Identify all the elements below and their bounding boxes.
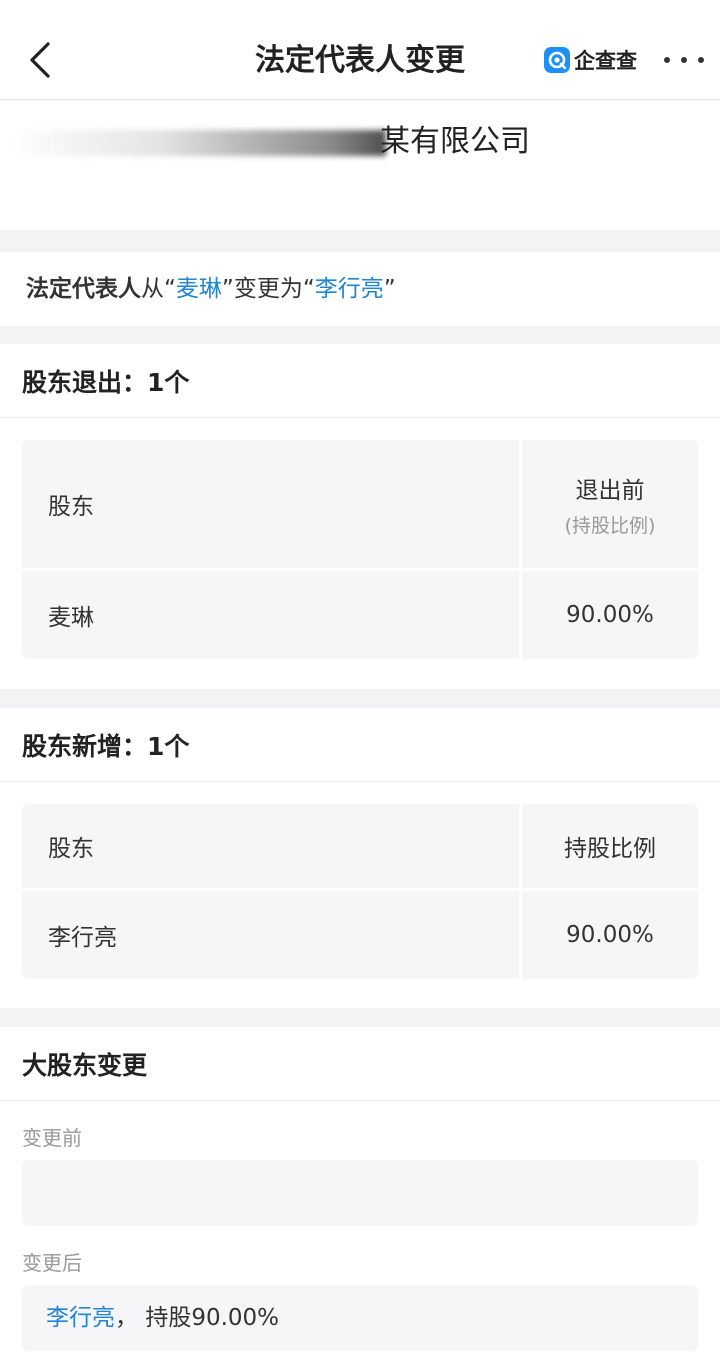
shareholder-link[interactable]: 麦琳: [22, 571, 522, 659]
more-options-icon[interactable]: [664, 46, 704, 74]
before-label: 变更前: [22, 1126, 82, 1150]
company-name-redacted: [10, 130, 386, 156]
old-legal-rep-link[interactable]: 麦琳: [176, 276, 222, 302]
after-value-box: 李行亮， 持股90.00%: [22, 1285, 698, 1351]
company-card: [0, 101, 720, 230]
table-row: 李行亮 90.00%: [22, 891, 698, 979]
company-name[interactable]: 某有限公司: [380, 122, 530, 162]
shareholder-link[interactable]: 李行亮: [22, 891, 522, 979]
new-legal-rep-link[interactable]: 李行亮: [315, 276, 384, 302]
after-value: 李行亮， 持股90.00%: [46, 1305, 280, 1331]
share-ratio: 90.00%: [566, 602, 654, 628]
qichacha-logo-icon: [544, 47, 570, 73]
brand-name: 企查查: [574, 49, 637, 73]
change-summary-text: 法定代表人从“麦琳”变更为“李行亮”: [26, 276, 396, 302]
summary-label: 法定代表人: [26, 276, 141, 302]
col-share-ratio: 持股比例: [564, 836, 656, 862]
brand-logo[interactable]: 企查查: [544, 46, 637, 74]
share-ratio: 90.00%: [566, 922, 654, 948]
nav-bar: 法定代表人变更 企查查: [0, 0, 720, 100]
shareholder-add-heading: 股东新增：1个: [0, 708, 720, 782]
shareholder-exit-table: 股东 退出前 (持股比例) 麦琳 90.00%: [22, 440, 698, 659]
shareholder-exit-heading: 股东退出：1个: [0, 344, 720, 418]
shareholder-add-table: 股东 持股比例 李行亮 90.00%: [22, 804, 698, 979]
table-header-row: 股东 退出前 (持股比例): [22, 440, 698, 571]
after-label: 变更后: [22, 1251, 82, 1275]
major-shareholder-link[interactable]: 李行亮: [46, 1305, 115, 1331]
table-row: 麦琳 90.00%: [22, 571, 698, 659]
major-shareholder-heading: 大股东变更: [0, 1027, 720, 1101]
col-shareholder: 股东: [22, 804, 522, 888]
col-shareholder: 股东: [22, 440, 522, 568]
col-before-exit: 退出前 (持股比例): [564, 477, 656, 537]
table-header-row: 股东 持股比例: [22, 804, 698, 891]
before-value-box: [22, 1160, 698, 1226]
